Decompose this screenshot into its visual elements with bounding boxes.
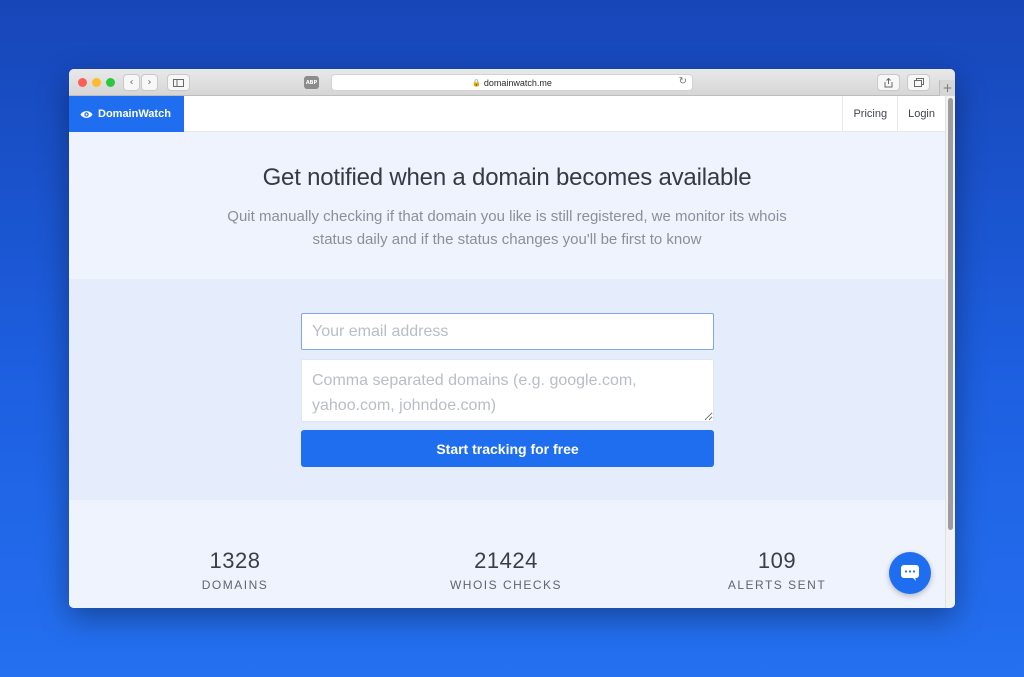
- share-icon: [884, 77, 893, 87]
- zoom-window-button[interactable]: [106, 78, 115, 87]
- stat-value: 21424: [474, 548, 538, 573]
- new-tab-button[interactable]: +: [939, 80, 955, 96]
- signup-form: Start tracking for free: [69, 279, 945, 500]
- chevron-right-icon: ›: [147, 76, 152, 88]
- address-bar[interactable]: 🔒 domainwatch.me ↻: [331, 74, 693, 91]
- chat-widget-button[interactable]: [889, 552, 931, 594]
- minimize-window-button[interactable]: [92, 78, 101, 87]
- tabs-icon: [913, 78, 924, 87]
- stat-whois-checks: 21424 WHOIS CHECKS: [406, 548, 606, 592]
- page-title: Get notified when a domain becomes avail…: [262, 164, 752, 191]
- adblock-label: ABP: [305, 79, 318, 86]
- tabs-overview-button[interactable]: [907, 74, 930, 91]
- stat-alerts-sent: 109 ALERTS SENT: [677, 548, 877, 592]
- brand-logo[interactable]: DomainWatch: [69, 96, 184, 132]
- reload-icon[interactable]: ↻: [679, 76, 687, 87]
- scrollbar-thumb[interactable]: [948, 98, 953, 530]
- share-button[interactable]: [877, 74, 900, 91]
- browser-titlebar: ‹ › ABP 🔒 domainwatch.me ↻ +: [69, 69, 955, 96]
- lock-icon: 🔒: [472, 78, 481, 87]
- browser-window: ‹ › ABP 🔒 domainwatch.me ↻ + DomainWatch…: [69, 69, 955, 608]
- page-content: DomainWatch Pricing Login Get notified w…: [69, 96, 945, 608]
- stat-value: 109: [757, 548, 797, 573]
- stat-value: 1328: [209, 548, 261, 573]
- top-nav: DomainWatch Pricing Login: [69, 96, 945, 132]
- email-input[interactable]: [301, 313, 714, 350]
- stat-label: WHOIS CHECKS: [449, 578, 562, 592]
- sidebar-toggle-button[interactable]: [167, 74, 190, 91]
- adblock-button[interactable]: ABP: [304, 76, 319, 89]
- nav-links: Pricing Login: [842, 96, 945, 132]
- chevron-left-icon: ‹: [129, 76, 134, 88]
- brand-name: DomainWatch: [98, 108, 171, 120]
- stat-label: DOMAINS: [201, 578, 269, 592]
- close-window-button[interactable]: [78, 78, 87, 87]
- stat-label: ALERTS SENT: [727, 578, 827, 592]
- start-tracking-button[interactable]: Start tracking for free: [301, 430, 714, 467]
- eye-icon: [80, 110, 93, 118]
- stat-domains: 1328 DOMAINS: [135, 548, 335, 592]
- back-button[interactable]: ‹: [123, 74, 140, 91]
- stats-section: 1328 DOMAINS 21424 WHOIS CHECKS 109 ALER…: [69, 500, 945, 608]
- domains-textarea[interactable]: [301, 359, 714, 422]
- nav-pricing-link[interactable]: Pricing: [842, 96, 897, 132]
- plus-icon: +: [942, 81, 953, 95]
- chat-icon: [901, 565, 919, 581]
- url-text: domainwatch.me: [483, 77, 552, 88]
- hero-section: Get notified when a domain becomes avail…: [69, 132, 945, 279]
- page-subtitle: Quit manually checking if that domain yo…: [227, 208, 787, 248]
- page-scrollbar[interactable]: [945, 96, 955, 608]
- nav-login-link[interactable]: Login: [897, 96, 945, 132]
- forward-button[interactable]: ›: [141, 74, 158, 91]
- sidebar-icon: [173, 78, 184, 87]
